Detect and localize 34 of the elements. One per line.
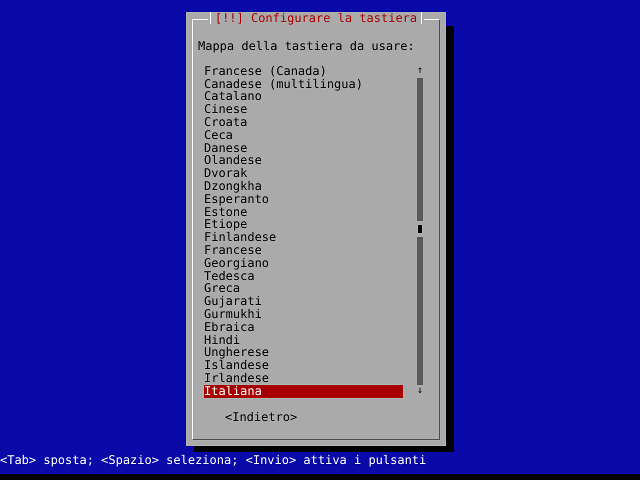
list-item[interactable]: Danese [204,142,403,154]
scrollbar-thumb[interactable] [418,224,422,233]
list-item[interactable]: Catalano [204,90,403,104]
list-item[interactable]: Gujarati [204,295,403,308]
list-item[interactable]: Gurmukhi [204,308,403,321]
list-item[interactable]: Georgiano [204,256,403,270]
list-item[interactable]: Dzongkha [204,180,403,193]
list-item[interactable]: Italiana [204,384,403,398]
prompt-text: Mappa della tastiera da usare: [198,40,415,53]
list-item[interactable]: Etiope [204,218,403,232]
list-item[interactable]: Dvorak [204,167,403,180]
scroll-up-arrow[interactable]: ↑ [416,64,424,78]
list-item[interactable]: Finlandese [204,231,403,244]
back-button[interactable]: <Indietro> [225,410,298,424]
list-item[interactable]: Islandese [204,359,403,372]
list-item[interactable]: Irlandese [204,372,403,385]
scroll-down-arrow[interactable]: ↓ [416,384,424,398]
list-item[interactable]: Ceca [204,128,403,142]
scrollbar[interactable] [417,78,423,385]
list-item[interactable]: Cinese [204,103,403,116]
dialog-title: [!!] Configurare la tastiera [214,12,418,25]
list-item[interactable]: Francese [204,244,403,257]
list-item[interactable]: Tedesca [204,270,403,282]
list-item[interactable]: Greca [204,282,403,296]
list-item[interactable]: Croata [204,116,403,129]
list-item[interactable]: Hindi [204,334,403,346]
list-item[interactable]: Ungherese [204,346,403,360]
list-item[interactable]: Esperanto [204,192,403,206]
list-item[interactable]: Francese (Canada) [204,64,403,78]
list-item[interactable]: Estone [204,206,403,218]
status-bar-text: <Tab> sposta; <Spazio> seleziona; <Invio> attiva i pulsanti [0,453,426,467]
list-item[interactable]: Canadese (multilingua) [204,78,403,90]
list-item[interactable]: Ebraica [204,320,403,334]
list-item[interactable]: Olandese [204,154,403,168]
